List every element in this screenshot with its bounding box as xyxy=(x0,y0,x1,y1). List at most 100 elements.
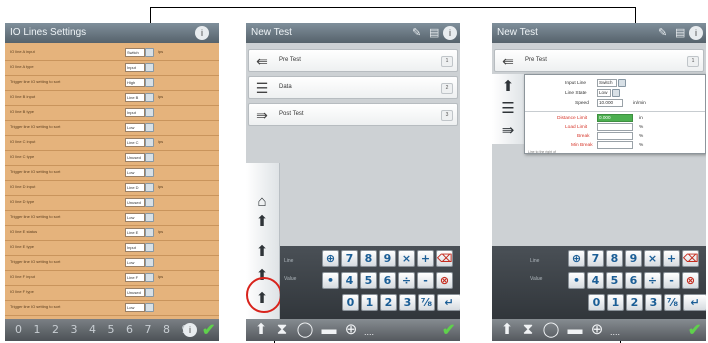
keypad-key[interactable]: 5 xyxy=(606,272,623,289)
dropdown-button[interactable] xyxy=(145,48,154,57)
keypad-key[interactable]: ⁷⁄₈ xyxy=(418,294,435,311)
speed-field[interactable]: 10.000 xyxy=(597,99,623,107)
info-icon[interactable]: i xyxy=(689,26,703,40)
line-state-field[interactable]: Low xyxy=(597,89,611,97)
keypad-key[interactable]: 3 xyxy=(399,294,416,311)
minus-icon[interactable]: ▬ xyxy=(320,321,338,339)
keypad-key[interactable]: + xyxy=(663,250,680,267)
io-setting-field[interactable]: Input xyxy=(125,108,145,117)
min-break-field[interactable] xyxy=(597,141,633,149)
dropdown-button[interactable] xyxy=(145,138,154,147)
keypad-key[interactable]: × xyxy=(398,250,415,267)
io-setting-field[interactable]: Line D xyxy=(125,183,145,192)
io-setting-field[interactable]: Unused xyxy=(125,198,145,207)
step-icon[interactable]: ⬆ xyxy=(498,321,516,339)
minus-icon[interactable]: ▬ xyxy=(566,321,584,339)
document-icon[interactable]: ▤ xyxy=(429,26,439,40)
keypad-key[interactable]: ⊗ xyxy=(682,272,699,289)
crosshair-icon[interactable]: ⊕ xyxy=(588,321,606,339)
keypad-key[interactable]: 1 xyxy=(607,294,624,311)
step-up-icon[interactable]: ⬆ xyxy=(252,213,272,231)
load-limit-field[interactable] xyxy=(597,123,633,131)
io-setting-field[interactable]: Input xyxy=(125,63,145,72)
dropdown-button[interactable] xyxy=(145,258,154,267)
break-field[interactable] xyxy=(597,132,633,140)
check-icon[interactable]: ✔ xyxy=(688,320,701,340)
dropdown-button[interactable] xyxy=(145,288,154,297)
dropdown-button[interactable] xyxy=(145,183,154,192)
info-icon[interactable]: i xyxy=(183,323,197,337)
keypad-key[interactable]: 4 xyxy=(587,272,604,289)
io-setting-field[interactable]: Low xyxy=(125,168,145,177)
dropdown-button[interactable] xyxy=(145,168,154,177)
post-test-icon[interactable]: ⇛ xyxy=(498,122,518,140)
dropdown-button[interactable] xyxy=(145,78,154,87)
keypad-key[interactable]: 6 xyxy=(625,272,642,289)
keypad-key[interactable]: ⌫ xyxy=(682,250,699,267)
keypad-key[interactable]: × xyxy=(644,250,661,267)
io-setting-field[interactable]: Line F xyxy=(125,273,145,282)
io-setting-field[interactable]: Low xyxy=(125,258,145,267)
distance-limit-field[interactable]: 0.000 xyxy=(597,114,633,122)
io-setting-field[interactable]: High xyxy=(125,78,145,87)
dropdown-button[interactable] xyxy=(145,273,154,282)
dropdown-button[interactable] xyxy=(145,108,154,117)
digit-strip[interactable]: 0 1 2 3 4 5 6 7 8 9 xyxy=(15,323,192,336)
step-up-icon[interactable]: ⬆ xyxy=(498,78,518,96)
dropdown-button[interactable] xyxy=(612,89,620,97)
input-line-field[interactable]: Switch xyxy=(597,79,617,87)
home-icon[interactable]: ⌂ xyxy=(252,193,272,211)
info-icon[interactable]: i xyxy=(195,26,209,40)
dropdown-button[interactable] xyxy=(145,213,154,222)
keypad-key[interactable]: ⁷⁄₈ xyxy=(664,294,681,311)
keypad-key[interactable]: 0 xyxy=(342,294,359,311)
check-icon[interactable]: ✔ xyxy=(442,320,455,340)
io-setting-field[interactable]: Low xyxy=(125,213,145,222)
dropdown-button[interactable] xyxy=(145,93,154,102)
keypad-key[interactable]: ↵ xyxy=(437,294,460,311)
dropdown-button[interactable] xyxy=(145,228,154,237)
keypad-key[interactable]: ⊕ xyxy=(322,250,339,267)
cycle-icon[interactable]: ◯ xyxy=(542,321,560,339)
dropdown-button[interactable] xyxy=(145,153,154,162)
io-setting-field[interactable]: Low xyxy=(125,123,145,132)
keypad-key[interactable]: - xyxy=(663,272,680,289)
keypad-key[interactable]: • xyxy=(568,272,585,289)
dropdown-button[interactable] xyxy=(145,123,154,132)
hourglass-icon[interactable]: ⧗ xyxy=(273,321,291,339)
keypad-key[interactable]: ↵ xyxy=(683,294,706,311)
keypad-key[interactable]: ⌫ xyxy=(436,250,453,267)
keypad-key[interactable]: 7 xyxy=(587,250,604,267)
keypad-key[interactable]: 9 xyxy=(379,250,396,267)
info-icon[interactable]: i xyxy=(443,26,457,40)
edit-icon[interactable]: ✎ xyxy=(412,26,421,40)
io-setting-field[interactable]: Switch xyxy=(125,48,145,57)
list-item-post-test[interactable]: ⇛ Post Test 3 xyxy=(248,103,458,126)
keypad-key[interactable]: 3 xyxy=(645,294,662,311)
io-setting-field[interactable]: Line B xyxy=(125,93,145,102)
keypad-key[interactable]: 5 xyxy=(360,272,377,289)
io-setting-field[interactable]: Unused xyxy=(125,153,145,162)
keypad-key[interactable]: 4 xyxy=(341,272,358,289)
keypad-key[interactable]: • xyxy=(322,272,339,289)
keypad-key[interactable]: 2 xyxy=(626,294,643,311)
keypad-key[interactable]: 6 xyxy=(379,272,396,289)
keypad-key[interactable]: 8 xyxy=(360,250,377,267)
keypad-key[interactable]: ⊕ xyxy=(568,250,585,267)
keypad-key[interactable]: 0 xyxy=(588,294,605,311)
data-icon[interactable]: ☰ xyxy=(498,100,518,118)
dropdown-button[interactable] xyxy=(145,198,154,207)
list-item-pre-test[interactable]: ⇚ Pre Test 1 xyxy=(248,49,458,72)
hourglass-icon[interactable]: ⧗ xyxy=(519,321,537,339)
edit-icon[interactable]: ✎ xyxy=(658,26,667,40)
keypad-key[interactable]: 7 xyxy=(341,250,358,267)
more-icon[interactable]: .... xyxy=(606,323,624,341)
step-icon[interactable]: ⬆ xyxy=(252,321,270,339)
keypad-key[interactable]: 8 xyxy=(606,250,623,267)
io-setting-field[interactable]: Input xyxy=(125,243,145,252)
keypad-key[interactable]: + xyxy=(417,250,434,267)
keypad-key[interactable]: 1 xyxy=(361,294,378,311)
io-setting-field[interactable]: Line E xyxy=(125,228,145,237)
crosshair-icon[interactable]: ⊕ xyxy=(342,321,360,339)
cycle-icon[interactable]: ◯ xyxy=(296,321,314,339)
